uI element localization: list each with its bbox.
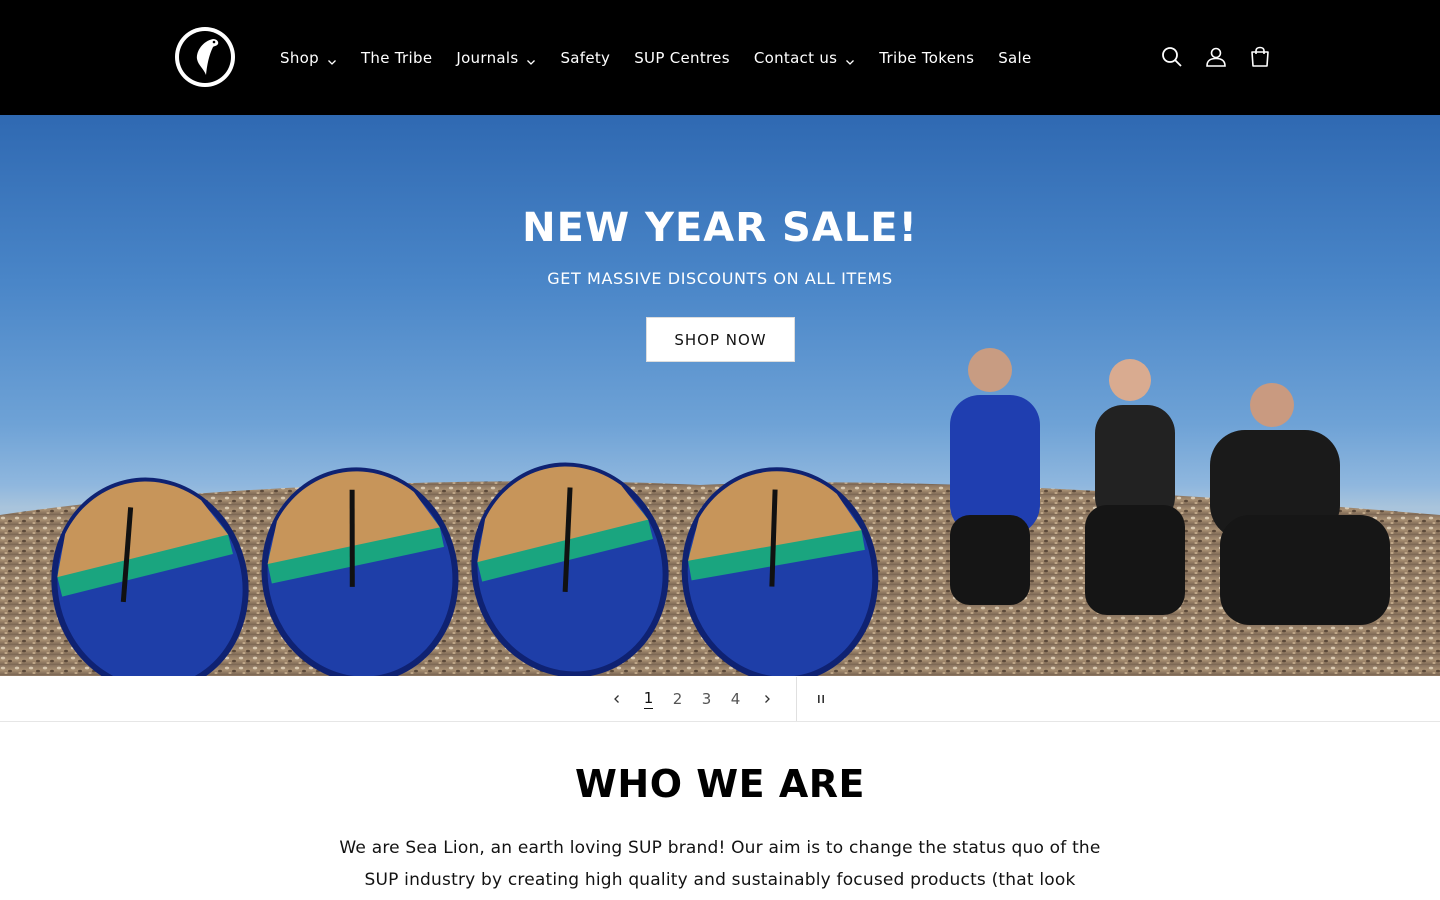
search-icon[interactable] — [1150, 35, 1194, 79]
who-we-are-heading: WHO WE ARE — [575, 762, 865, 806]
hero-title: NEW YEAR SALE! — [522, 205, 918, 251]
hero-subtitle: GET MASSIVE DISCOUNTS ON ALL ITEMS — [547, 269, 893, 288]
nav-item-sup-centres[interactable]: SUP Centres — [622, 38, 742, 78]
nav-item-label: The Tribe — [360, 48, 433, 67]
main-navigation: Shop The Tribe Journals Safety SUP Centres Co… — [268, 0, 1044, 115]
nav-item-label: Contact us — [753, 48, 838, 67]
previous-slide-icon[interactable] — [600, 677, 634, 721]
slider-controls-group: 1234 — [600, 676, 839, 722]
next-slide-icon[interactable] — [750, 677, 784, 721]
chevron-down-icon — [327, 53, 337, 65]
slide-dot-1[interactable]: 1 — [634, 677, 663, 721]
chevron-down-icon — [526, 53, 536, 65]
slide-dot-3[interactable]: 3 — [692, 677, 721, 721]
slide-dot-label: 1 — [643, 689, 654, 709]
pause-icon[interactable] — [803, 677, 839, 721]
nav-item-label: Tribe Tokens — [879, 48, 975, 67]
controls-divider — [796, 677, 797, 721]
hero-banner: NEW YEAR SALE! GET MASSIVE DISCOUNTS ON … — [0, 115, 1440, 676]
who-we-are-line: We are Sea Lion, an earth loving SUP bra… — [339, 838, 1101, 858]
sea-lion-logo[interactable] — [173, 25, 237, 89]
hero-background-image — [0, 348, 1440, 676]
nav-item-label: Shop — [280, 48, 319, 67]
nav-item-journals[interactable]: Journals — [444, 38, 548, 78]
nav-item-label: Journals — [456, 48, 519, 67]
nav-item-label: Safety — [560, 48, 611, 67]
nav-item-tribe-tokens[interactable]: Tribe Tokens — [867, 38, 986, 78]
slide-dot-2[interactable]: 2 — [663, 677, 692, 721]
nav-item-sale[interactable]: Sale — [986, 38, 1043, 78]
slide-dot-4[interactable]: 4 — [721, 677, 750, 721]
slide-dot-label: 2 — [672, 690, 683, 708]
nav-item-label: SUP Centres — [634, 48, 730, 67]
cart-icon[interactable] — [1238, 35, 1282, 79]
nav-item-safety[interactable]: Safety — [548, 38, 622, 78]
shop-now-button[interactable]: SHOP NOW — [646, 317, 795, 362]
slide-dot-label: 3 — [701, 690, 712, 708]
nav-item-shop[interactable]: Shop — [268, 38, 349, 78]
who-we-are-text: We are Sea Lion, an earth loving SUP bra… — [320, 832, 1120, 896]
slide-dot-label: 4 — [730, 690, 741, 708]
nav-item-label: Sale — [998, 48, 1032, 67]
who-we-are-line: SUP industry by creating high quality an… — [364, 870, 1076, 890]
site-header: Shop The Tribe Journals Safety SUP Centres Co… — [0, 0, 1440, 115]
slideshow-controls: 1234 — [0, 676, 1440, 722]
chevron-down-icon — [845, 53, 855, 65]
header-icons — [1150, 35, 1282, 79]
nav-item-the-tribe[interactable]: The Tribe — [349, 38, 444, 78]
nav-item-contact-us[interactable]: Contact us — [742, 38, 867, 78]
slide-page-dots: 1234 — [634, 677, 750, 721]
account-icon[interactable] — [1194, 35, 1238, 79]
